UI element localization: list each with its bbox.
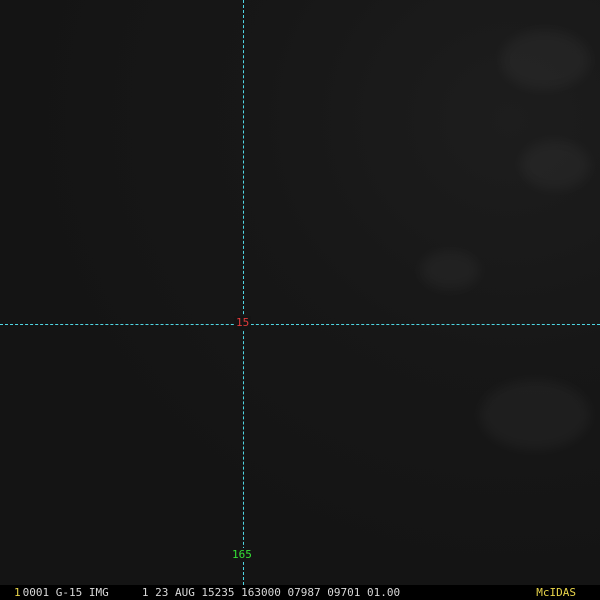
image-info-text: 0001 G-15 IMG 1 23 AUG 15235 163000 0798… (22, 586, 401, 599)
longitude-grid-line (243, 0, 244, 585)
satellite-image-view: 15 165 1 0001 G-15 IMG 1 23 AUG 15235 16… (0, 0, 600, 600)
cloud-texture (500, 30, 590, 90)
latitude-label: 15 (234, 316, 252, 330)
cloud-texture (520, 140, 590, 190)
cloud-texture (480, 380, 590, 450)
status-bar: 1 0001 G-15 IMG 1 23 AUG 15235 163000 07… (0, 585, 600, 600)
frame-number: 1 (14, 586, 21, 599)
latitude-grid-line (0, 324, 600, 325)
cloud-texture (420, 250, 480, 290)
mcidas-logo-text: McIDAS (536, 586, 576, 599)
longitude-label: 165 (231, 548, 253, 562)
